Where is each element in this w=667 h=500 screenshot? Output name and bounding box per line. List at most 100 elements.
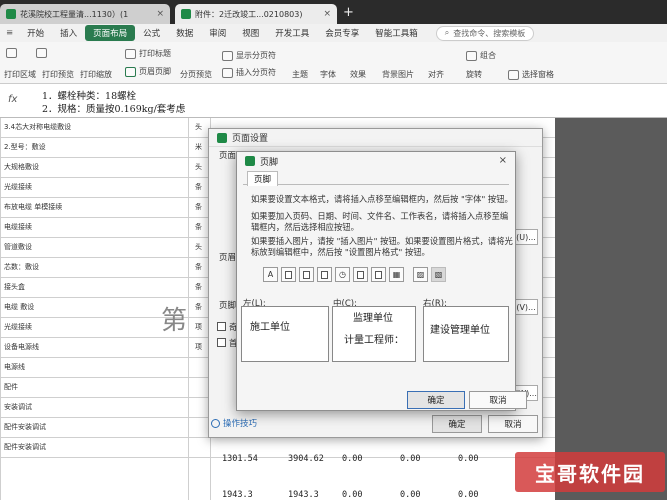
spreadsheet-icon: [181, 9, 191, 19]
cell-unit: 条: [195, 223, 202, 231]
file-name-button[interactable]: [371, 267, 386, 282]
menu-home[interactable]: 开始: [19, 27, 52, 39]
cancel-button[interactable]: 取消: [469, 391, 527, 409]
menu-view[interactable]: 视图: [234, 27, 267, 39]
right-section-input[interactable]: 建设管理单位: [423, 306, 509, 362]
cell-description: 电缆 敷设: [4, 303, 35, 311]
ok-button[interactable]: 确定: [407, 391, 465, 409]
theme-button[interactable]: 主题: [292, 69, 308, 80]
file-path-button[interactable]: [353, 267, 368, 282]
background-button[interactable]: 背景图片: [382, 69, 414, 80]
menu-icon[interactable]: ≡: [0, 28, 19, 38]
cell-description: 接头盒: [4, 283, 25, 291]
select-pane-button[interactable]: 选择窗格: [508, 69, 554, 80]
fx-icon[interactable]: fx: [8, 94, 17, 105]
select-pane-icon: [508, 69, 519, 80]
page-number-button[interactable]: [281, 267, 296, 282]
page-setup-cancel-button[interactable]: 取消: [488, 415, 538, 433]
tab-footer[interactable]: 页脚: [247, 171, 279, 186]
page-break-preview-button[interactable]: 分页预览: [180, 69, 212, 80]
footer-toolbar: A ◷ ▦ ▨ ▧: [263, 267, 446, 282]
menu-member[interactable]: 会员专享: [317, 27, 367, 39]
sheet-name-button[interactable]: ▦: [389, 267, 404, 282]
page-setup-ok-button[interactable]: 确定: [432, 415, 482, 433]
date-button[interactable]: [317, 267, 332, 282]
cell-description: 光缆接续: [4, 183, 32, 191]
insert-picture-button[interactable]: ▨: [413, 267, 428, 282]
tips-icon: [211, 418, 220, 428]
print-preview-label[interactable]: 打印预览: [42, 69, 74, 80]
menu-page-layout[interactable]: 页面布局: [85, 25, 136, 41]
print-preview-button[interactable]: [36, 48, 47, 58]
format-picture-button[interactable]: ▧: [431, 267, 446, 282]
effect-button[interactable]: 效果: [350, 69, 366, 80]
first-page-checkbox[interactable]: [217, 338, 226, 347]
cell-unit: 项: [195, 323, 202, 331]
insert-page-break-button[interactable]: 插入分页符: [222, 67, 276, 78]
cell-unit: 头: [195, 163, 202, 171]
menu-data[interactable]: 数据: [168, 27, 201, 39]
command-search[interactable]: ⌕ 查找命令、搜索模板: [435, 25, 535, 41]
cell-value: 0.00: [458, 490, 479, 500]
print-area-label[interactable]: 打印区域: [4, 69, 36, 80]
picture-icon: ▨: [416, 270, 425, 279]
checkbox-icon: [222, 50, 233, 61]
app-icon: [217, 132, 227, 143]
cell-value: 1943.3: [222, 490, 253, 500]
new-tab-button[interactable]: +: [343, 5, 354, 20]
formula-bar[interactable]: fx 1．螺栓种类：18螺栓 2．规格：质量按0.169kg/套考虑: [0, 84, 667, 118]
close-icon[interactable]: ×: [323, 9, 331, 19]
cell-description: 芯数：敷设: [4, 263, 39, 271]
print-scale-button[interactable]: 打印缩放: [80, 69, 112, 80]
ribbon: 打印区域 打印预览 打印缩放 打印标题 页眉页脚 分页预览 显示分页符 插入分页…: [0, 42, 667, 84]
custom-footer-button[interactable]: (V)...: [514, 299, 538, 315]
page-number-icon: [285, 270, 292, 279]
print-area-icon: [6, 48, 17, 58]
total-pages-button[interactable]: [299, 267, 314, 282]
tab-workbook-2[interactable]: 附件：2迁改竣工...0210803) ×: [175, 4, 337, 24]
tab-page[interactable]: 页面: [219, 149, 236, 161]
menu-formula[interactable]: 公式: [135, 27, 168, 39]
group-icon: [466, 50, 477, 61]
instruction-picture: 如果要插入图片，请按 "插入图片" 按钮。如果要设置图片格式，请将光标放到编辑框…: [251, 236, 513, 257]
odd-even-checkbox[interactable]: [217, 322, 226, 331]
menu-insert[interactable]: 插入: [52, 27, 85, 39]
menu-smart-tools[interactable]: 智能工具箱: [367, 27, 426, 39]
left-section-input[interactable]: 施工单位: [241, 306, 329, 362]
menu-bar: ≡ 开始 插入 页面布局 公式 数据 审阅 视图 开发工具 会员专享 智能工具箱…: [0, 24, 667, 42]
group-button[interactable]: 组合: [466, 50, 496, 61]
tab-workbook-1[interactable]: 花溪院校工程量清...1130）(1 ×: [0, 4, 170, 24]
cell-unit: 条: [195, 283, 202, 291]
font-button[interactable]: A: [263, 267, 278, 282]
cell-value: 0.00: [458, 454, 479, 464]
font-button[interactable]: 字体: [320, 69, 336, 80]
cell-unit: 条: [195, 203, 202, 211]
cell-description: 配件: [4, 383, 18, 391]
cell-value: 1943.3: [288, 490, 319, 500]
close-icon[interactable]: ×: [499, 155, 507, 166]
print-titles-button[interactable]: 打印标题: [125, 48, 171, 59]
menu-review[interactable]: 审阅: [201, 27, 234, 39]
formula-content[interactable]: 1．螺栓种类：18螺栓 2．规格：质量按0.169kg/套考虑: [42, 90, 185, 116]
print-preview-icon: [36, 48, 47, 58]
total-pages-icon: [303, 270, 310, 279]
time-button[interactable]: ◷: [335, 267, 350, 282]
cell-description: 3.4芯大对称电缆敷设: [4, 123, 72, 131]
close-icon[interactable]: ×: [156, 9, 164, 19]
page-break-icon: [222, 67, 233, 78]
cell-unit: 头: [195, 243, 202, 251]
tab-strip: 页脚: [243, 171, 509, 186]
cell-unit: 米: [195, 143, 202, 151]
clock-icon: ◷: [339, 270, 346, 279]
tips-link[interactable]: 操作技巧: [211, 417, 257, 429]
custom-header-button[interactable]: (U)...: [514, 229, 538, 245]
print-area-button[interactable]: [6, 48, 17, 58]
show-page-break-toggle[interactable]: 显示分页符: [222, 50, 276, 61]
menu-developer[interactable]: 开发工具: [267, 27, 317, 39]
cell-unit: 项: [195, 343, 202, 351]
header-footer-button[interactable]: 页眉页脚: [125, 66, 171, 77]
align-button[interactable]: 对齐: [428, 69, 444, 80]
rotate-button[interactable]: 旋转: [466, 69, 482, 80]
center-section-input[interactable]: 监理单位 计量工程师：: [332, 306, 416, 362]
print-titles-icon: [125, 48, 136, 59]
